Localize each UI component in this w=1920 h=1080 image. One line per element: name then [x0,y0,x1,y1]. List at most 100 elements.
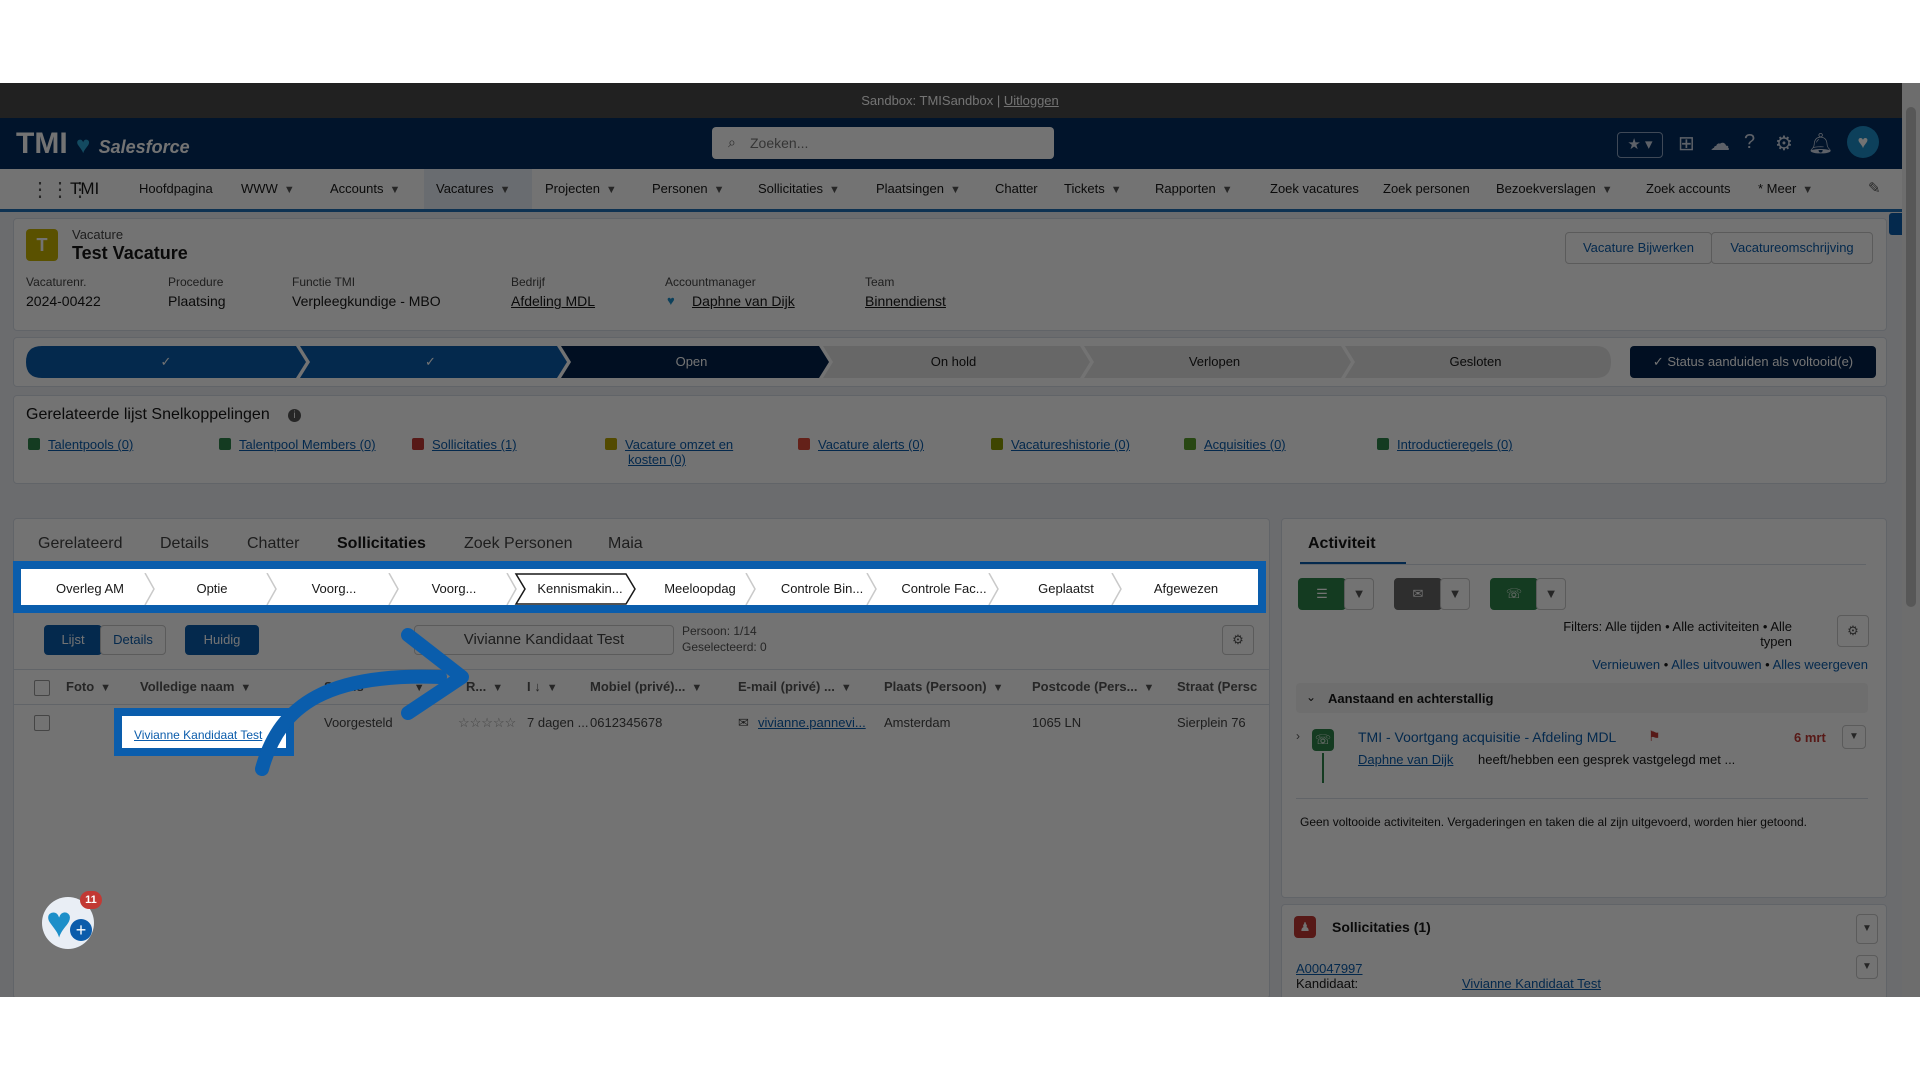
edit-nav-icon[interactable]: ✎ [1868,179,1881,197]
nav-item-sollicitaties[interactable]: Sollicitaties ▼ [758,169,840,209]
quicklink-label[interactable]: kosten (0) [628,452,686,467]
chevron-down-icon[interactable]: ▼ [950,184,961,196]
mark-status-complete-button[interactable]: ✓ Status aanduiden als voltooid(e) [1630,346,1876,378]
chevron-down-icon[interactable]: ▼ [1222,184,1233,196]
stage-meeloopdag[interactable]: Meeloopdag [645,573,755,605]
column-header[interactable]: Volledige naam ▼ [140,670,251,704]
add-icon[interactable]: ⊞ [1678,131,1695,156]
chevron-right-icon[interactable]: › [1296,729,1300,743]
favorites-star-icon[interactable]: ★ ▾ [1617,132,1663,158]
column-header[interactable]: Straat (Persc [1177,670,1257,704]
chevron-down-icon[interactable]: ▼ [841,682,852,694]
chevron-down-icon[interactable]: ▼ [284,184,295,196]
email-link[interactable]: vivianne.pannevi... [758,715,866,730]
chevron-down-icon[interactable]: ▼ [691,682,702,694]
team-link[interactable]: Binnendienst [865,293,946,309]
nav-item-zoek-personen[interactable]: Zoek personen [1383,169,1470,209]
sollicitaties-title[interactable]: Sollicitaties (1) [1332,919,1431,935]
quicklink-label[interactable]: Acquisities (0) [1204,437,1286,452]
quicklink-vacature-alerts[interactable]: Vacature alerts (0) [798,437,924,452]
kandidaat-link[interactable]: Vivianne Kandidaat Test [1462,976,1601,991]
search-input[interactable]: Zoeken... [750,135,808,151]
side-panel-toggle[interactable] [1889,213,1902,235]
stage-geplaatst[interactable]: Geplaatst [1011,573,1121,605]
chevron-down-icon[interactable]: ⌄ [1306,690,1316,704]
stage-controle-bin[interactable]: Controle Bin... [767,573,877,605]
stage-kennismaking[interactable]: Kennismakin... [525,573,635,605]
row-checkbox[interactable] [34,715,50,731]
select-all-checkbox[interactable] [34,680,50,696]
vacatureomschrijving-button[interactable]: Vacatureomschrijving [1711,232,1873,264]
chevron-down-icon[interactable]: ▼ [1842,725,1866,749]
bedrijf-link[interactable]: Afdeling MDL [511,293,595,309]
column-header[interactable]: Foto ▼ [66,670,111,704]
nav-item-bezoekverslagen[interactable]: Bezoekverslagen ▼ [1496,169,1613,209]
sollicitatie-record-link[interactable]: A00047997 [1296,961,1363,976]
nav-item-tickets[interactable]: Tickets ▼ [1064,169,1122,209]
chevron-down-icon[interactable]: ▼ [1802,184,1813,196]
chevron-down-icon[interactable]: ▼ [492,682,503,694]
quicklink-vacatureshistorie[interactable]: Vacatureshistorie (0) [991,437,1130,452]
upcoming-section-header[interactable]: ⌄ Aanstaand en achterstallig [1296,683,1868,713]
nav-item-chatter[interactable]: Chatter [995,169,1038,209]
path-stage-open[interactable]: Open [561,346,822,378]
tab-gerelateerd[interactable]: Gerelateerd [38,535,123,553]
nav-item-projecten[interactable]: Projecten ▼ [545,169,617,209]
quicklink-label[interactable]: Introductieregels (0) [1397,437,1513,452]
column-header[interactable]: Mobiel (privé)... ▼ [590,670,702,704]
chevron-down-icon[interactable]: ▼ [993,682,1004,694]
tab-details[interactable]: Details [160,535,209,553]
nav-item-zoek-accounts[interactable]: Zoek accounts [1646,169,1731,209]
column-header[interactable]: Plaats (Persoon) ▼ [884,670,1003,704]
quicklink-label[interactable]: Vacature alerts (0) [818,437,924,452]
avatar[interactable]: ♥ [1847,126,1879,158]
quicklink-label[interactable]: Vacature omzet en [625,437,733,452]
quicklink-label[interactable]: Sollicitaties (1) [432,437,517,452]
stage-afgewezen[interactable]: Afgewezen [1131,573,1241,605]
tab-chatter[interactable]: Chatter [247,535,299,553]
stage-overleg-am[interactable]: Overleg AM [35,573,145,605]
quicklink-introductieregels[interactable]: Introductieregels (0) [1377,437,1513,452]
chevron-down-icon[interactable]: ▼ [1440,578,1470,610]
path-stage-1[interactable]: ✓ [26,346,306,378]
nav-item-vacatures[interactable]: Vacatures ▼ [424,169,532,209]
help-icon[interactable]: ? [1744,131,1755,154]
filter-gear-icon[interactable]: ⚙ [1837,615,1869,647]
chevron-down-icon[interactable]: ▼ [547,682,558,694]
chevron-down-icon[interactable]: ▼ [1344,578,1374,610]
activity-title[interactable]: Activiteit [1308,535,1376,553]
tab-maia[interactable]: Maia [608,535,643,553]
new-task-icon[interactable]: ☰ [1298,578,1346,610]
quicklink-label[interactable]: Talentpool Members (0) [239,437,376,452]
quicklink-sollicitaties[interactable]: Sollicitaties (1) [412,437,517,452]
chevron-down-icon[interactable]: ▼ [100,682,111,694]
chevron-down-icon[interactable]: ▼ [1536,578,1566,610]
column-header[interactable]: I ↓ ▼ [527,670,558,704]
nav-item-plaatsingen[interactable]: Plaatsingen ▼ [876,169,961,209]
cloud-icon[interactable]: ☁ [1710,131,1730,156]
path-stage-verlopen[interactable]: Verlopen [1084,346,1345,378]
quicklink-label[interactable]: Vacatureshistorie (0) [1011,437,1130,452]
activity-user-link[interactable]: Daphne van Dijk [1358,752,1453,767]
chevron-down-icon[interactable]: ▼ [1856,955,1878,979]
show-all-link[interactable]: Alles weergeven [1773,657,1868,672]
chevron-down-icon[interactable]: ▼ [606,184,617,196]
global-search[interactable]: ⌕ Zoeken... [712,127,1054,159]
chevron-down-icon[interactable]: ▼ [829,184,840,196]
details-button[interactable]: Details [100,625,166,655]
chevron-down-icon[interactable]: ▼ [714,184,725,196]
chevron-down-icon[interactable]: ▼ [1602,184,1613,196]
scrollbar-thumb[interactable] [1906,107,1916,607]
nav-item-rapporten[interactable]: Rapporten ▼ [1155,169,1233,209]
tab-sollicitaties[interactable]: Sollicitaties [337,535,426,553]
accountmanager-link[interactable]: Daphne van Dijk [692,293,795,309]
info-icon[interactable]: i [288,409,301,422]
utility-heart-button[interactable]: ♥ + 11 [42,891,102,949]
vacature-bijwerken-button[interactable]: Vacature Bijwerken [1565,232,1712,264]
log-call-icon[interactable]: ☏ [1490,578,1538,610]
quicklink-talentpool-members[interactable]: Talentpool Members (0) [219,437,376,452]
expand-all-link[interactable]: Alles uitvouwen [1671,657,1761,672]
chevron-down-icon[interactable]: ▼ [500,184,511,196]
quicklink-acquisities[interactable]: Acquisities (0) [1184,437,1286,452]
settings-gear-icon[interactable]: ⚙ [1222,625,1254,655]
